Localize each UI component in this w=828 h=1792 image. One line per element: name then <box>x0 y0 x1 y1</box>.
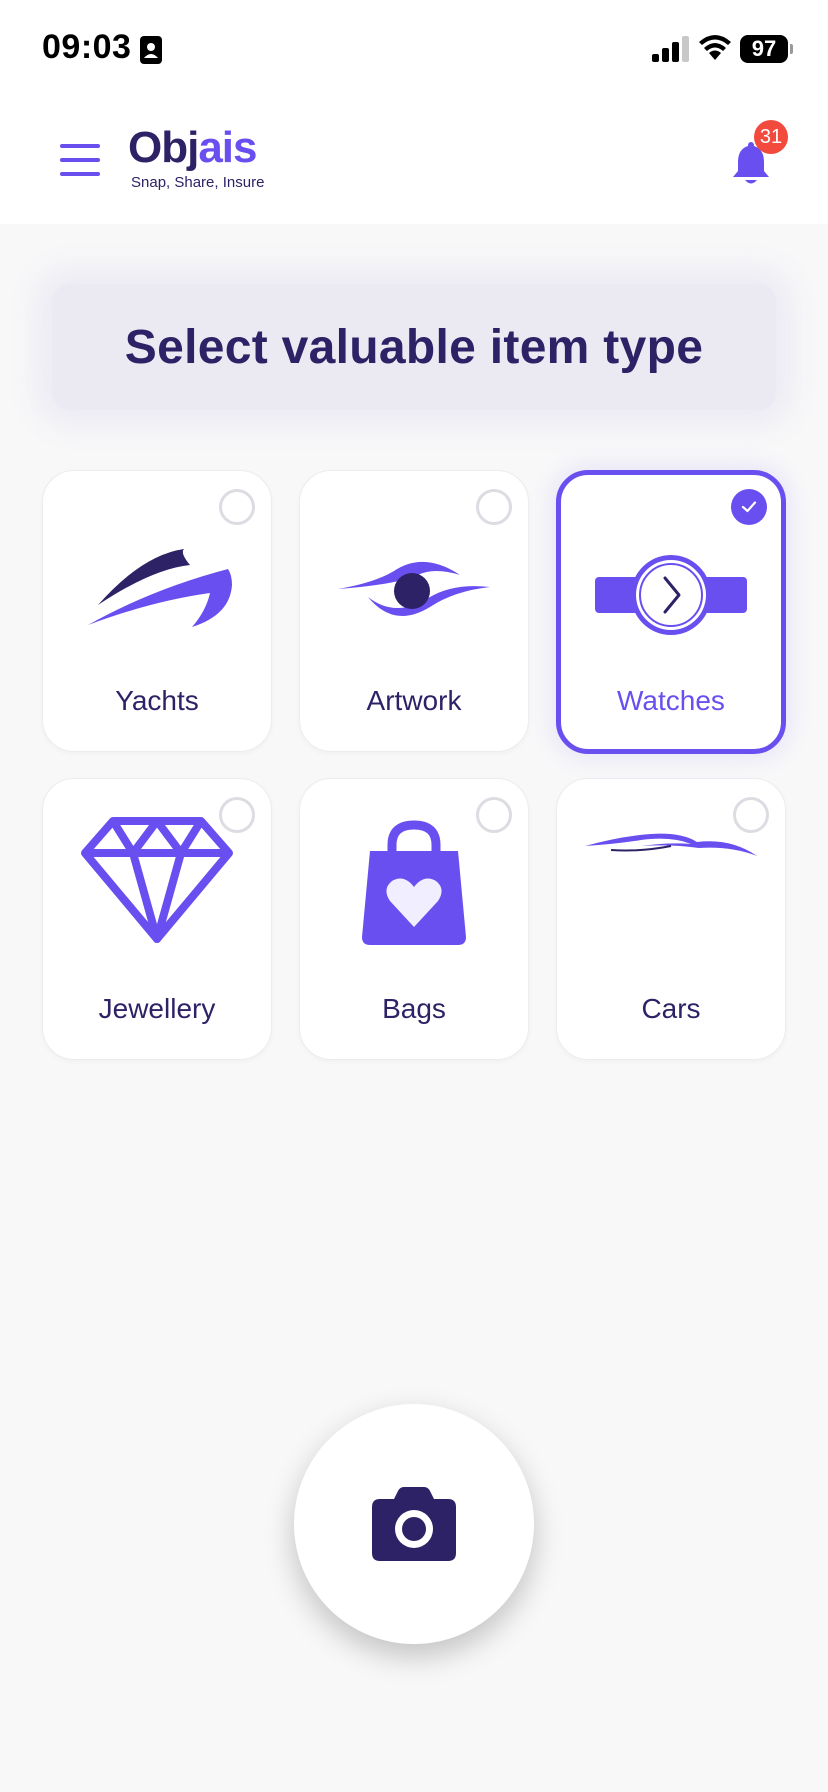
category-card-cars[interactable]: Cars <box>556 778 786 1060</box>
battery-tip <box>790 44 793 54</box>
logo-text-dark: Obj <box>128 123 199 172</box>
camera-capture-button[interactable] <box>294 1404 534 1644</box>
title-banner: Select valuable item type <box>52 284 776 410</box>
category-label: Yachts <box>115 685 199 716</box>
status-time: 09:03 <box>42 28 132 66</box>
hamburger-menu-button[interactable] <box>60 144 100 176</box>
page-title: Select valuable item type <box>124 320 704 374</box>
category-card-jewellery[interactable]: Jewellery <box>42 778 272 1060</box>
checkmark-icon <box>741 501 757 513</box>
battery-indicator: 97 <box>740 35 788 63</box>
category-card-yachts[interactable]: Yachts <box>42 470 272 752</box>
logo-tagline: Snap, Share, Insure <box>131 174 265 191</box>
category-label: Cars <box>641 993 701 1024</box>
notification-count-badge: 31 <box>754 120 788 154</box>
app-logo: Objais Snap, Share, Insure <box>128 124 265 192</box>
car-icon <box>585 833 757 856</box>
shopping-bag-heart-icon <box>362 820 466 945</box>
menu-line-icon <box>60 158 100 162</box>
app-header: Objais Snap, Share, Insure <box>0 96 828 224</box>
category-label: Jewellery <box>98 993 216 1024</box>
category-card-bags[interactable]: Bags <box>299 778 529 1060</box>
radio-unselected-icon[interactable] <box>219 489 255 525</box>
category-card-watches[interactable]: Watches <box>556 470 786 754</box>
category-label: Artwork <box>366 685 462 716</box>
logo-text-accent: ais <box>198 123 257 172</box>
diamond-icon <box>81 817 233 943</box>
category-label: Bags <box>382 993 446 1024</box>
cellular-signal-icon <box>652 36 689 62</box>
menu-line-icon <box>60 172 100 176</box>
logo-wordmark: Objais <box>128 124 264 172</box>
radio-unselected-icon[interactable] <box>476 489 512 525</box>
wifi-icon <box>699 35 731 60</box>
contact-card-icon <box>140 36 162 64</box>
camera-icon <box>372 1487 456 1561</box>
category-label: Watches <box>617 685 725 716</box>
yacht-icon <box>88 549 232 627</box>
eye-icon <box>338 561 490 616</box>
status-bar: 09:03 97 <box>0 0 828 96</box>
category-card-artwork[interactable]: Artwork <box>299 470 529 752</box>
radio-checked-icon[interactable] <box>731 489 767 525</box>
menu-line-icon <box>60 144 100 148</box>
watch-icon <box>595 555 747 635</box>
